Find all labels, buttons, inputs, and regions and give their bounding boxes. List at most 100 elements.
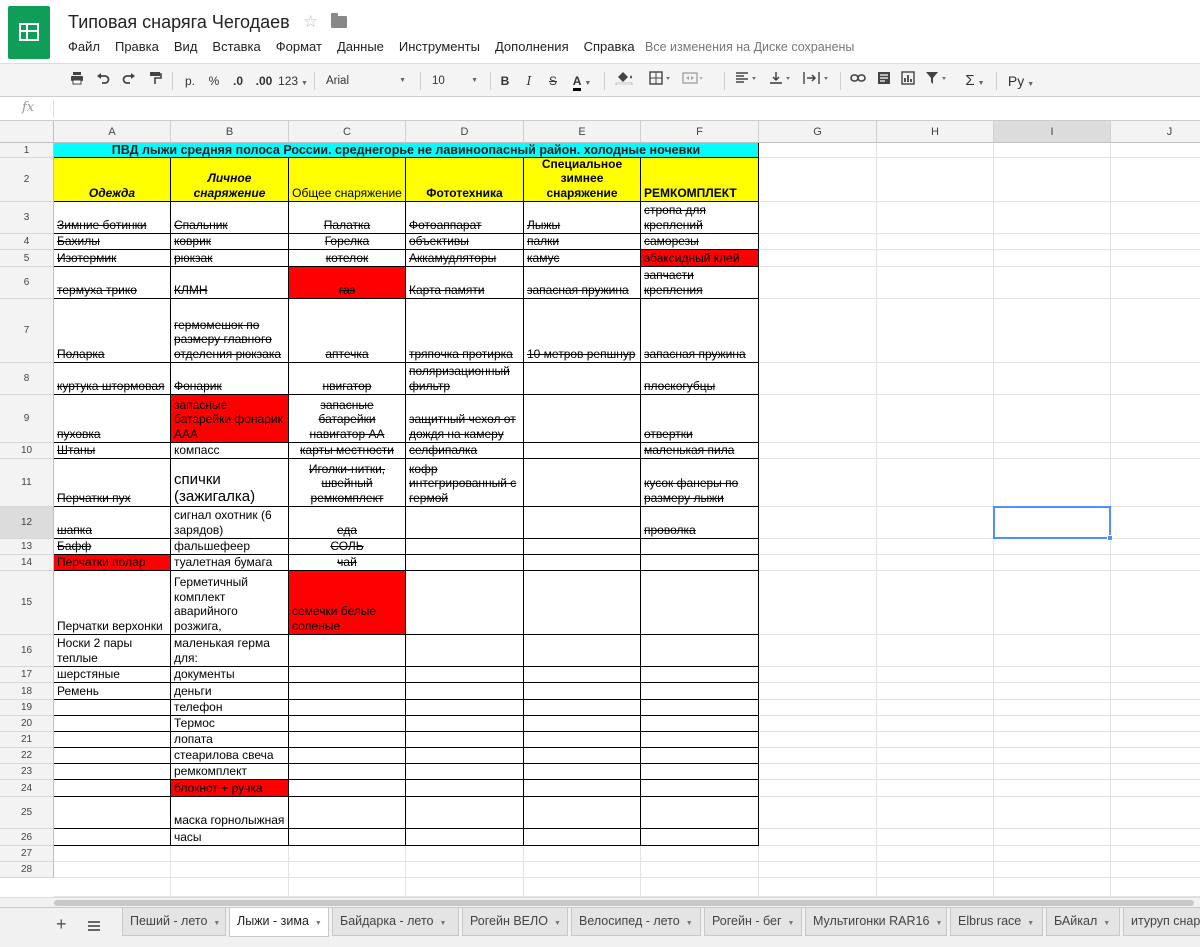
decrease-decimals-button[interactable]: .0 — [228, 71, 248, 91]
empty-cell[interactable] — [524, 716, 641, 732]
row-header-3[interactable]: 3 — [0, 202, 54, 234]
row-header-18[interactable]: 18 — [0, 683, 54, 700]
sheet-title[interactable]: ПВД лыжи средняя полоса России. среднего… — [54, 143, 759, 158]
empty-cell[interactable] — [524, 667, 641, 683]
column-header-a[interactable]: A — [54, 121, 171, 143]
empty-cell[interactable] — [524, 459, 641, 507]
item-personal-gear[interactable]: документы — [171, 667, 289, 683]
empty-cell[interactable] — [524, 635, 641, 667]
insert-chart-icon[interactable] — [898, 71, 918, 91]
empty-cell[interactable] — [641, 797, 759, 829]
menu-insert[interactable]: Вставка — [212, 39, 260, 54]
empty-cell[interactable] — [524, 748, 641, 764]
item-personal-gear[interactable]: спички (зажигалка) — [171, 459, 289, 507]
item-personal-gear[interactable]: стеарилова свеча — [171, 748, 289, 764]
item-personal-gear[interactable]: маленькая герма для: — [171, 635, 289, 667]
empty-cell[interactable] — [406, 571, 524, 635]
empty-cell[interactable] — [524, 700, 641, 716]
item-shared-gear[interactable]: семечки белые соленые — [289, 571, 406, 635]
column-header-d[interactable]: D — [406, 121, 524, 143]
row-header-16[interactable]: 16 — [0, 635, 54, 667]
category-header[interactable]: Специальное зимнее снаряжение — [524, 158, 641, 202]
sheet-tab[interactable]: Пеший - лето ▼ — [122, 908, 226, 936]
item-winter-gear[interactable]: запасная пружина — [524, 267, 641, 299]
row-header-8[interactable]: 8 — [0, 363, 54, 395]
empty-cell[interactable] — [524, 764, 641, 780]
sheet-tab[interactable]: Мультигонки RAR16 ▼ — [805, 908, 947, 936]
column-header-b[interactable]: B — [171, 121, 289, 143]
empty-cell[interactable] — [406, 683, 524, 700]
empty-cell[interactable] — [406, 539, 524, 555]
item-clothing[interactable]: Поларка — [54, 299, 171, 363]
empty-cell[interactable] — [641, 555, 759, 571]
text-color-button[interactable]: A ▼ — [568, 71, 596, 91]
item-shared-gear[interactable]: чай — [289, 555, 406, 571]
item-photo-gear[interactable]: Карта памяти — [406, 267, 524, 299]
empty-cell[interactable] — [406, 829, 524, 846]
empty-cell[interactable] — [406, 764, 524, 780]
document-title[interactable]: Типовая снаряга Чегодаев — [68, 12, 290, 33]
row-header-13[interactable]: 13 — [0, 539, 54, 555]
empty-cell[interactable] — [406, 667, 524, 683]
empty-cell[interactable] — [54, 716, 171, 732]
empty-cell[interactable] — [524, 683, 641, 700]
row-header-14[interactable]: 14 — [0, 555, 54, 571]
horizontal-scrollbar[interactable] — [0, 897, 1200, 907]
item-shared-gear[interactable]: Палатка — [289, 202, 406, 234]
item-personal-gear[interactable]: блокнот + ручка — [171, 780, 289, 797]
item-personal-gear[interactable]: запасные батарейки фонарик ААА — [171, 395, 289, 443]
row-header-22[interactable]: 22 — [0, 748, 54, 764]
item-winter-gear[interactable]: палки — [524, 234, 641, 250]
empty-cell[interactable] — [641, 635, 759, 667]
item-personal-gear[interactable]: маска горнолыжная — [171, 797, 289, 829]
empty-cell[interactable] — [54, 732, 171, 748]
item-photo-gear[interactable]: защитный чехол от дождя на камеру — [406, 395, 524, 443]
empty-cell[interactable] — [54, 780, 171, 797]
item-clothing[interactable]: шерстяные — [54, 667, 171, 683]
borders-icon[interactable] — [646, 71, 676, 91]
item-clothing[interactable]: Зимние ботинки — [54, 202, 171, 234]
item-shared-gear[interactable]: котелок — [289, 250, 406, 267]
item-shared-gear[interactable]: еда — [289, 507, 406, 539]
menu-data[interactable]: Данные — [337, 39, 384, 54]
item-personal-gear[interactable]: туалетная бумага — [171, 555, 289, 571]
item-personal-gear[interactable]: сигнал охотник (6 зарядов) — [171, 507, 289, 539]
redo-icon[interactable] — [120, 71, 138, 91]
print-icon[interactable] — [68, 71, 86, 91]
item-clothing[interactable]: Бахилы — [54, 234, 171, 250]
add-sheet-icon[interactable]: + — [56, 914, 67, 935]
item-personal-gear[interactable]: коврик — [171, 234, 289, 250]
row-header-11[interactable]: 11 — [0, 459, 54, 507]
item-clothing[interactable]: Перчатки полар — [54, 555, 171, 571]
paint-format-icon[interactable] — [146, 71, 164, 91]
category-header[interactable]: Фототехника — [406, 158, 524, 202]
sheet-tab[interactable]: Рогейн ВЕЛО ▼ — [462, 908, 568, 936]
row-header-4[interactable]: 4 — [0, 234, 54, 250]
row-header-5[interactable]: 5 — [0, 250, 54, 267]
row-header-15[interactable]: 15 — [0, 571, 54, 635]
item-clothing[interactable]: шапка — [54, 507, 171, 539]
empty-cell[interactable] — [641, 700, 759, 716]
row-header-17[interactable]: 17 — [0, 667, 54, 683]
item-photo-gear[interactable]: селфипалка — [406, 443, 524, 459]
item-personal-gear[interactable]: лопата — [171, 732, 289, 748]
empty-cell[interactable] — [524, 732, 641, 748]
item-personal-gear[interactable]: КЛМН — [171, 267, 289, 299]
row-header-2[interactable]: 2 — [0, 158, 54, 202]
chevron-down-icon[interactable]: ▼ — [315, 920, 322, 927]
item-shared-gear[interactable]: Иголки-нитки, швейный ремкомплект — [289, 459, 406, 507]
item-shared-gear[interactable]: запасные батарейки навигатор АА — [289, 395, 406, 443]
item-repair-kit[interactable]: эбаксидный клей — [641, 250, 759, 267]
item-personal-gear[interactable]: Индивидуальный ремкомплект — [171, 764, 289, 780]
vertical-align-bottom-icon[interactable] — [766, 71, 796, 91]
menu-addons[interactable]: Дополнения — [495, 39, 569, 54]
item-repair-kit[interactable]: отвертки — [641, 395, 759, 443]
item-shared-gear[interactable]: нвигатор — [289, 363, 406, 395]
item-repair-kit[interactable]: кусок фанеры по размеру лыжи — [641, 459, 759, 507]
item-shared-gear[interactable]: СОЛЬ — [289, 539, 406, 555]
item-personal-gear[interactable]: часы — [171, 829, 289, 846]
chevron-down-icon[interactable]: ▼ — [1027, 920, 1034, 927]
empty-cell[interactable] — [289, 683, 406, 700]
row-header-27[interactable]: 27 — [0, 846, 54, 862]
category-header[interactable]: Одежда — [54, 158, 171, 202]
